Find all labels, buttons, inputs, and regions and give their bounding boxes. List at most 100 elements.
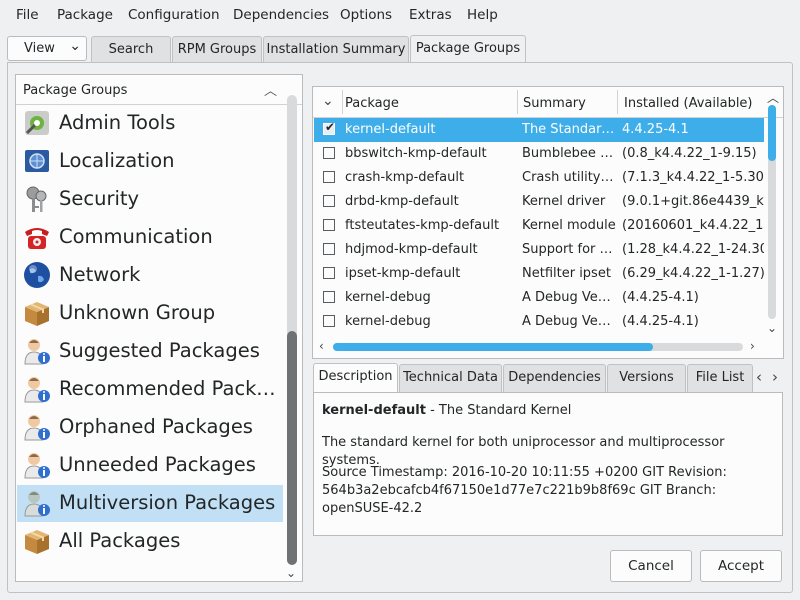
scroll-down-icon[interactable]: ⌄ [286,566,296,580]
column-package[interactable]: Package [345,96,399,111]
cancel-button[interactable]: Cancel [610,550,692,582]
group-communication[interactable]: Communication [17,219,283,256]
group-multiversion-packages[interactable]: Multiversion Packages [17,485,283,522]
group-label: All Packages [59,529,181,552]
admin-tools-icon [22,108,52,138]
tab-versions[interactable]: Versions [607,364,686,392]
sort-ascending-icon: ︿ [264,84,278,99]
tab-rpm-groups[interactable]: RPM Groups [172,36,262,62]
tab-search[interactable]: Search [91,36,171,62]
group-localization[interactable]: Localization [17,143,283,180]
table-row[interactable]: ftsteutates-kmp-default Kernel module (2… [314,214,764,238]
package-summary: Support for Hercules [522,242,616,257]
package-name: crash-kmp-default [345,170,465,185]
group-label: Suggested Packages [59,339,260,362]
table-row[interactable]: ipset-kmp-default Netfilter ipset (6.29_… [314,262,764,286]
package-checkbox[interactable] [323,147,335,159]
group-unneeded-packages[interactable]: Unneeded Packages [17,447,283,484]
group-label: Orphaned Packages [59,415,253,438]
menu-extras[interactable]: Extras [409,7,452,23]
group-recommended-packages[interactable]: Recommended Packag... [17,371,283,408]
menu-dependencies[interactable]: Dependencies [233,7,329,23]
scroll-up-icon[interactable]: ︿ [767,89,779,106]
package-checkbox[interactable] [323,171,335,183]
tab-package-groups[interactable]: Package Groups [410,35,526,63]
table-row[interactable]: kernel-debug A Debug Version (4.4.25-4.1… [314,310,764,334]
chevron-down-icon[interactable]: ⌄ [322,93,334,109]
package-box-icon [22,526,52,556]
package-version: (9.0.1+git.86e4439_k4.4 [622,194,764,209]
group-label: Communication [59,225,213,248]
tab-dependencies[interactable]: Dependencies [503,364,606,392]
groups-scrollbar[interactable] [287,95,297,565]
description-panel: kernel-default - The Standard Kernel The… [313,392,783,536]
package-name: drbd-kmp-default [345,194,459,209]
package-summary: Bumblebee ACPI [522,146,616,161]
group-unknown-group[interactable]: Unknown Group [17,295,283,332]
tab-file-list[interactable]: File List [687,364,753,392]
table-row[interactable]: ✔ kernel-default The Standard Kernel 4.4… [314,118,764,142]
tab-technical-data[interactable]: Technical Data [399,364,502,392]
package-version: (4.4.25-4.1) [622,290,699,305]
package-groups-header[interactable]: Package Groups ︿ [16,75,302,105]
package-table: ⌄ Package Summary Installed (Available) … [312,86,784,359]
table-row[interactable]: drbd-kmp-default Kernel driver (9.0.1+gi… [314,190,764,214]
package-checkbox[interactable] [323,195,335,207]
menu-file[interactable]: File [16,7,39,23]
group-orphaned-packages[interactable]: Orphaned Packages [17,409,283,446]
package-summary: Kernel module [522,218,616,233]
package-checkbox[interactable] [323,315,335,327]
tab-description[interactable]: Description [313,363,398,393]
menu-options[interactable]: Options [340,7,392,23]
package-name: hdjmod-kmp-default [345,242,478,257]
column-installed-available[interactable]: Installed (Available) [624,96,753,111]
package-summary: A Debug Version [522,290,616,305]
group-label: Unneeded Packages [59,453,256,476]
tab-scroll-right-icon[interactable]: › [772,368,778,386]
package-table-vscrollbar[interactable] [768,105,776,319]
package-summary: Kernel driver [522,194,606,209]
tab-installation-summary[interactable]: Installation Summary [263,36,409,62]
accept-button[interactable]: Accept [700,550,782,582]
menu-help[interactable]: Help [467,7,498,23]
view-dropdown-label: View [24,41,55,56]
package-checkbox[interactable] [323,267,335,279]
package-table-hscrollbar-thumb[interactable] [333,343,653,351]
package-version: (4.4.25-4.1) [622,314,699,329]
user-info-icon [22,450,52,480]
group-label: Localization [59,149,175,172]
package-checkbox[interactable]: ✔ [323,120,336,135]
table-row[interactable]: hdjmod-kmp-default Support for Hercules … [314,238,764,262]
package-version: (7.1.3_k4.4.22_1-5.30) [622,170,764,185]
package-name: kernel-debug [345,314,431,329]
package-table-vscrollbar-thumb[interactable] [768,105,776,161]
scroll-left-icon[interactable]: ‹ [319,339,324,353]
table-row[interactable]: bbswitch-kmp-default Bumblebee ACPI (0.8… [314,142,764,166]
group-all-packages[interactable]: All Packages [17,523,283,560]
table-row[interactable]: crash-kmp-default Crash utility for (7.1… [314,166,764,190]
group-network[interactable]: Network [17,257,283,294]
groups-scrollbar-thumb[interactable] [287,331,297,565]
package-checkbox[interactable] [323,291,335,303]
package-checkbox[interactable] [323,243,335,255]
checkmark-icon: ✔ [325,120,336,134]
group-security[interactable]: Security [17,181,283,218]
menu-package[interactable]: Package [57,7,113,23]
column-separator [617,90,618,114]
view-dropdown[interactable]: View ⌄ [7,36,87,61]
tab-scroll-left-icon[interactable]: ‹ [756,368,762,386]
package-table-hscrollbar[interactable] [333,343,743,351]
table-row[interactable]: kernel-debug A Debug Version (4.4.25-4.1… [314,286,764,310]
package-version: (6.29_k4.4.22_1-1.27) [622,266,764,281]
group-admin-tools[interactable]: Admin Tools [17,105,283,142]
package-version: 4.4.25-4.1 [622,122,689,137]
description-heading: kernel-default - The Standard Kernel [322,402,571,420]
package-summary: The Standard Kernel [522,122,616,137]
scroll-down-icon[interactable]: ⌄ [767,321,777,335]
group-suggested-packages[interactable]: Suggested Packages [17,333,283,370]
package-checkbox[interactable] [323,219,335,231]
description-separator: - [425,403,439,418]
menu-configuration[interactable]: Configuration [128,7,220,23]
column-summary[interactable]: Summary [523,96,586,111]
scroll-right-icon[interactable]: › [750,339,755,353]
